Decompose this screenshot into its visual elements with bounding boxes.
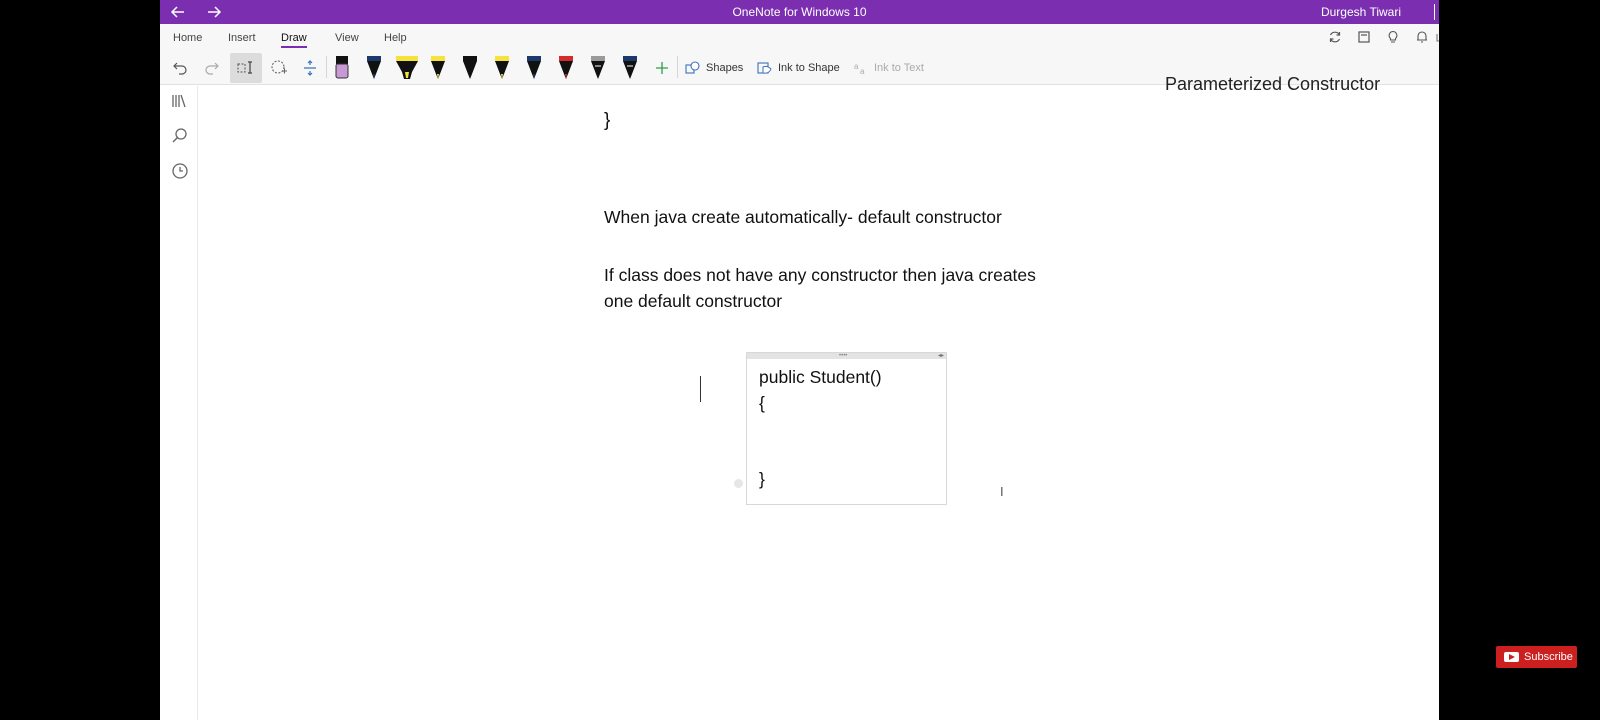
lightbulb-icon[interactable] — [1385, 30, 1401, 46]
tab-home[interactable]: Home — [173, 32, 202, 44]
onenote-window: OneNote for Windows 10 Durgesh Tiwari Ho… — [160, 0, 1439, 720]
search-icon[interactable] — [171, 127, 189, 145]
pen-yellow-2-tool[interactable] — [492, 54, 512, 82]
add-pen-button[interactable] — [651, 53, 673, 83]
note-line-1[interactable]: When java create automatically- default … — [604, 207, 1002, 228]
code-line-2[interactable]: { — [759, 393, 765, 414]
pen-navy-tool[interactable] — [524, 54, 544, 82]
user-name[interactable]: Durgesh Tiwari — [1321, 5, 1401, 19]
recent-icon[interactable] — [171, 162, 189, 180]
note-page[interactable]: Parameterized Constructor } When java cr… — [199, 74, 1439, 720]
ink-to-shape-button[interactable]: Ink to Shape — [778, 62, 840, 74]
closing-brace: } — [604, 110, 611, 131]
lasso-select-button[interactable] — [230, 53, 262, 83]
pen-black-tool[interactable] — [460, 54, 480, 82]
undo-icon — [173, 62, 187, 75]
title-bar: OneNote for Windows 10 Durgesh Tiwari — [160, 0, 1439, 24]
note-container[interactable]: •••• ◂▸ public Student() { } — [746, 352, 947, 505]
code-line-1[interactable]: public Student() — [759, 367, 882, 388]
eraser-tool[interactable] — [332, 54, 352, 82]
paragraph-handle[interactable] — [734, 479, 743, 488]
subscribe-button[interactable]: Subscribe — [1496, 646, 1577, 668]
subscribe-label: Subscribe — [1524, 651, 1573, 663]
bell-icon[interactable] — [1414, 30, 1430, 46]
note-line-2[interactable]: If class does not have any constructor t… — [604, 265, 1036, 286]
left-nav-rail — [160, 86, 198, 720]
resize-handle-icon[interactable]: ◂▸ — [938, 353, 944, 359]
shapes-icon[interactable] — [684, 53, 702, 83]
code-line-3[interactable]: } — [759, 469, 765, 490]
cut-off-heading: Parameterized Constructor — [1165, 74, 1381, 94]
shapes-button[interactable]: Shapes — [706, 62, 743, 74]
pen-red-tool[interactable] — [556, 54, 576, 82]
pen-navy-2-tool[interactable] — [620, 54, 640, 82]
ink-to-text-button: Ink to Text — [874, 62, 924, 74]
pen-blue-tool[interactable] — [364, 54, 384, 82]
plus-icon — [656, 62, 668, 74]
pen-yellow-tool[interactable] — [428, 54, 448, 82]
ink-to-shape-icon[interactable] — [756, 53, 774, 83]
add-space-button[interactable] — [298, 53, 322, 83]
text-cursor — [700, 376, 701, 402]
undo-button[interactable] — [169, 53, 191, 83]
drag-grip-icon: •••• — [839, 353, 848, 359]
ibeam-cursor-icon: I — [1000, 484, 1004, 499]
svg-text:a: a — [860, 67, 865, 76]
note-line-3[interactable]: one default constructor — [604, 291, 782, 312]
select-objects-button[interactable] — [267, 53, 291, 83]
pen-gray-tool[interactable] — [588, 54, 608, 82]
app-title: OneNote for Windows 10 — [732, 5, 867, 19]
select-objects-icon — [271, 60, 287, 74]
sync-icon[interactable] — [1327, 30, 1343, 46]
toolbar-separator — [677, 56, 678, 78]
youtube-icon — [1504, 652, 1519, 662]
add-space-icon — [304, 60, 316, 76]
tab-insert[interactable]: Insert — [228, 32, 256, 44]
ink-to-text-icon: aa — [852, 53, 870, 83]
notebook-icon[interactable] — [1356, 30, 1372, 46]
toolbar-separator — [326, 56, 327, 78]
svg-text:a: a — [854, 62, 859, 71]
redo-icon — [205, 62, 219, 75]
tab-draw[interactable]: Draw — [281, 32, 307, 48]
more-icon[interactable] — [1433, 30, 1439, 46]
redo-button[interactable] — [201, 53, 223, 83]
container-drag-bar[interactable]: •••• ◂▸ — [747, 353, 946, 359]
lasso-select-icon — [237, 61, 252, 74]
title-separator — [1434, 4, 1435, 20]
highlighter-yellow-tool[interactable] — [394, 54, 420, 82]
tab-help[interactable]: Help — [384, 32, 407, 44]
tab-view[interactable]: View — [335, 32, 359, 44]
notebooks-icon[interactable] — [171, 92, 189, 110]
